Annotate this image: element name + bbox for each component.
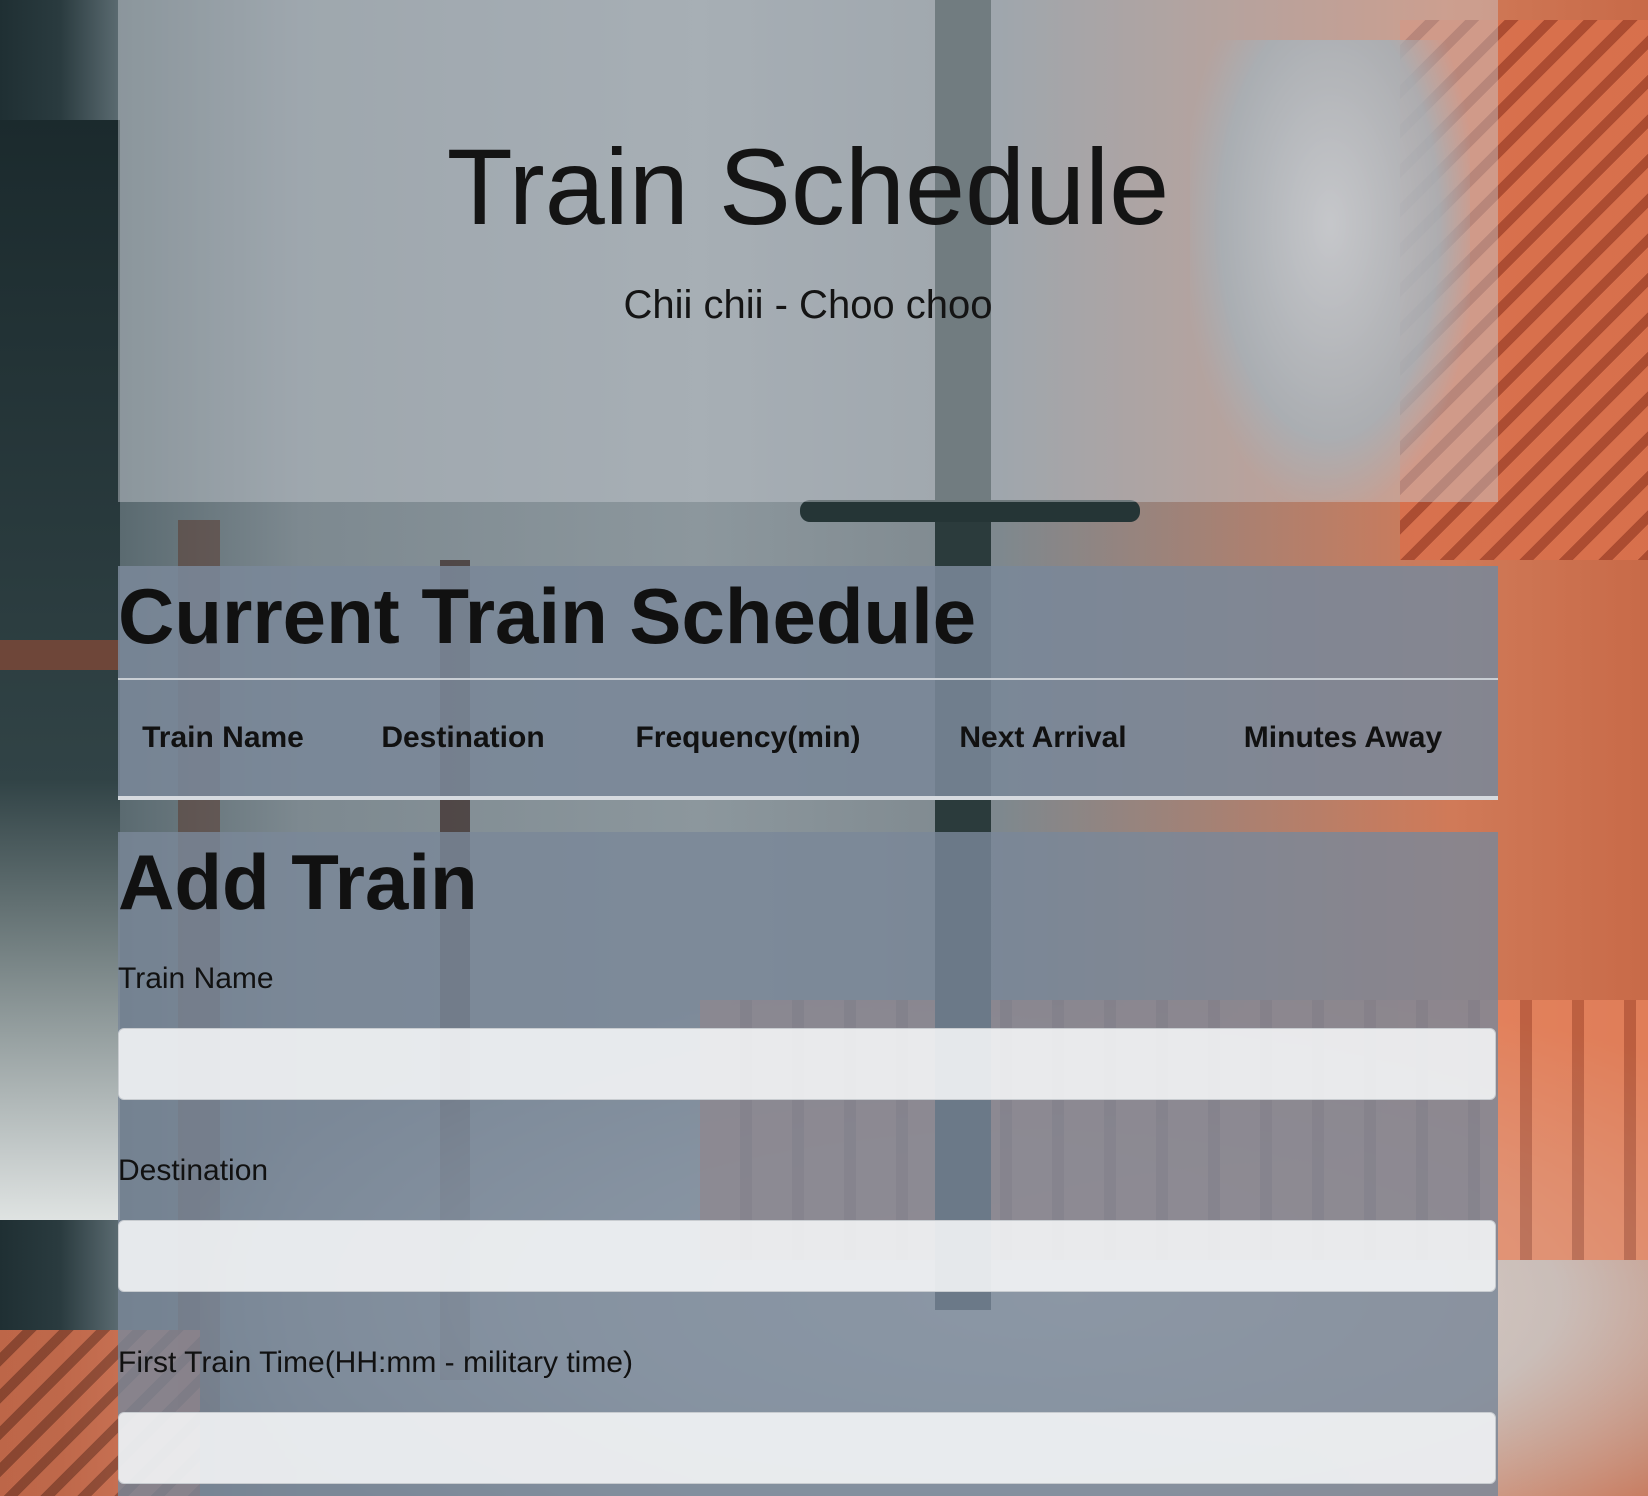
add-train-panel: Add Train Train Name Destination First T… — [118, 832, 1498, 1496]
column-header-next-arrival: Next Arrival — [959, 721, 1127, 754]
schedule-heading: Current Train Schedule — [118, 572, 977, 660]
destination-input[interactable] — [118, 1220, 1496, 1292]
page-title: Train Schedule — [446, 126, 1170, 247]
first-train-time-input[interactable] — [118, 1412, 1496, 1484]
bg-crossbar — [800, 500, 1140, 522]
bg-stripe — [0, 640, 120, 670]
train-name-input[interactable] — [118, 1028, 1496, 1100]
page-subtitle: Chii chii - Choo choo — [623, 283, 993, 327]
column-header-train-name: Train Name — [142, 721, 304, 754]
first-train-time-label: First Train Time(HH:mm - military time) — [118, 1346, 633, 1379]
header-jumbotron: Train Schedule Chii chii - Choo choo — [118, 0, 1498, 502]
bg-window — [0, 120, 120, 1220]
column-header-minutes-away: Minutes Away — [1243, 721, 1443, 754]
destination-label: Destination — [118, 1154, 269, 1187]
add-train-heading: Add Train — [118, 838, 478, 926]
column-header-frequency: Frequency(min) — [635, 721, 861, 754]
train-name-label: Train Name — [118, 962, 274, 995]
schedule-table: Train Name Destination Frequency(min) Ne… — [118, 678, 1498, 800]
table-header-row: Train Name Destination Frequency(min) Ne… — [118, 679, 1498, 798]
current-schedule-panel: Current Train Schedule Train Name Destin… — [118, 566, 1498, 798]
column-header-destination: Destination — [381, 721, 545, 754]
